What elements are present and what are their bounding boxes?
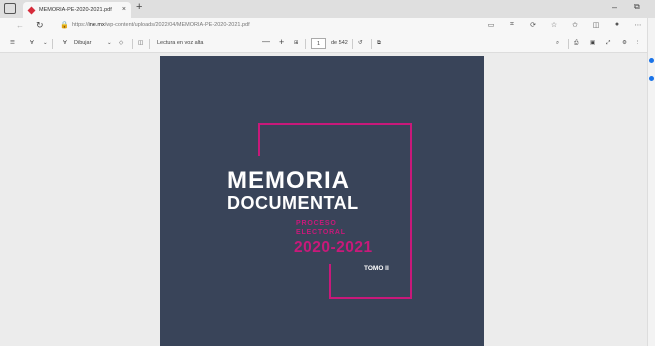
read-aloud-button[interactable]: Lectura en voz alta: [157, 40, 203, 46]
more-icon[interactable]: ⋯: [633, 21, 643, 29]
cover-volume: TOMO II: [364, 265, 389, 272]
save-icon[interactable]: ▣: [590, 40, 595, 46]
eraser-icon[interactable]: ◇: [119, 40, 123, 46]
cover-frame: [410, 123, 412, 299]
read-mode-icon[interactable]: ▭: [486, 21, 496, 29]
two-page-icon[interactable]: ⧉: [377, 40, 381, 47]
page-number-input[interactable]: 1: [311, 38, 326, 49]
new-tab-button[interactable]: +: [136, 1, 142, 13]
fit-page-icon[interactable]: ⊞: [294, 40, 299, 46]
sidebar-app-icon[interactable]: [649, 58, 654, 63]
tracking-icon[interactable]: ⟳: [528, 21, 538, 29]
immersive-reader-icon[interactable]: ⌗: [507, 21, 517, 29]
page-view-icon[interactable]: ◫: [138, 40, 143, 46]
tab-title: MEMORIA-PE-2020-2021.pdf: [39, 7, 112, 13]
cover-frame: [329, 264, 331, 299]
page-total: de 542: [331, 40, 348, 46]
back-icon[interactable]: ←: [16, 21, 24, 30]
tab-close-icon[interactable]: ×: [122, 2, 126, 18]
cover-subtitle: PROCESO ELECTORAL: [296, 220, 346, 236]
settings-icon[interactable]: ⚙: [622, 40, 627, 46]
lock-icon[interactable]: 🔒: [60, 21, 69, 29]
restore-button[interactable]: ⧉: [634, 2, 640, 12]
pdf-page-cover: MEMORIA DOCUMENTAL PROCESO ELECTORAL 2020…: [160, 56, 484, 346]
cover-title-line1: MEMORIA: [227, 167, 350, 194]
tab-bar: MEMORIA-PE-2020-2021.pdf × + – ⧉: [0, 0, 655, 18]
pdf-toolbar: ☰ ∀ ⌄ ∀ Dibujar ⌄ ◇ ◫ Lectura en voz alt…: [0, 35, 655, 53]
cover-title-line2: DOCUMENTAL: [227, 193, 359, 213]
pin-icon[interactable]: ⫶: [637, 40, 638, 47]
zoom-out-button[interactable]: —: [262, 37, 270, 46]
pdf-icon: [27, 6, 36, 15]
cover-frame: [258, 123, 412, 125]
cover-frame: [258, 123, 260, 156]
minimize-button[interactable]: –: [612, 2, 617, 12]
tab-pdf[interactable]: MEMORIA-PE-2020-2021.pdf ×: [23, 2, 131, 18]
edge-sidebar: [647, 18, 655, 346]
fullscreen-icon[interactable]: ⤢: [606, 40, 610, 47]
collections-icon[interactable]: ◫: [591, 21, 601, 29]
url-field[interactable]: https://ine.mx/wp-content/uploads/2022/0…: [72, 22, 250, 28]
highlight-menu-icon[interactable]: ⌄: [43, 40, 48, 46]
search-icon[interactable]: ⌕: [556, 40, 559, 47]
favorites-icon[interactable]: ✩: [570, 21, 580, 29]
reload-icon[interactable]: ↻: [36, 20, 44, 31]
draw-menu-icon[interactable]: ⌄: [107, 40, 112, 46]
draw-label[interactable]: Dibujar: [74, 40, 91, 46]
contents-icon[interactable]: ☰: [10, 40, 15, 46]
print-icon[interactable]: ⎙: [574, 40, 578, 47]
cover-frame: [329, 297, 412, 299]
draw-icon[interactable]: ∀: [63, 40, 67, 46]
profile-icon[interactable]: ●: [612, 21, 622, 29]
rotate-icon[interactable]: ↺: [358, 40, 363, 46]
favorite-star-icon[interactable]: ☆: [549, 21, 559, 29]
tab-actions-icon[interactable]: [4, 3, 16, 14]
sidebar-app-icon[interactable]: [649, 76, 654, 81]
zoom-in-button[interactable]: +: [279, 37, 284, 47]
highlight-icon[interactable]: ∀: [30, 40, 34, 46]
cover-years: 2020-2021: [294, 239, 373, 256]
address-bar: ← ↻ 🔒 https://ine.mx/wp-content/uploads/…: [0, 18, 655, 35]
